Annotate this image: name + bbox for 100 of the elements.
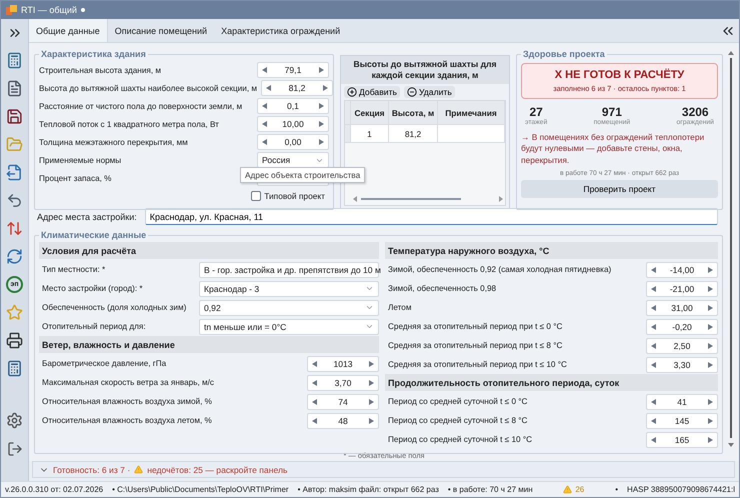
decrement-button[interactable] xyxy=(262,139,267,145)
section-header: Продолжительность отопительного периода, суток xyxy=(385,374,718,391)
delete-button[interactable]: Удалить xyxy=(404,86,455,98)
decrement-button[interactable] xyxy=(312,380,317,386)
increment-button[interactable] xyxy=(369,418,374,424)
increment-button[interactable] xyxy=(708,436,713,442)
field-label: Зимой, обеспеченность 0,92 (самая холодная пятидневка) xyxy=(388,265,612,274)
number-field[interactable]: 81,2 xyxy=(261,80,334,96)
decrement-button[interactable] xyxy=(651,286,656,292)
number-field[interactable]: 0,00 xyxy=(257,134,329,150)
increment-button[interactable] xyxy=(318,67,324,73)
tab[interactable]: Описание помещений xyxy=(108,19,214,42)
tab[interactable]: Общие данные xyxy=(29,19,108,42)
decrement-button[interactable] xyxy=(266,85,272,91)
field-label: Применяемые нормы xyxy=(39,156,122,164)
decrement-button[interactable] xyxy=(651,398,656,404)
decrement-button[interactable] xyxy=(312,398,317,404)
decrement-button[interactable] xyxy=(312,418,317,424)
decrement-button[interactable] xyxy=(651,362,656,368)
number-field[interactable]: 165 xyxy=(646,432,718,448)
calculator-icon[interactable] xyxy=(6,52,23,69)
number-field[interactable]: 3,30 xyxy=(646,356,718,372)
increment-button[interactable] xyxy=(708,398,713,404)
number-field[interactable]: 145 xyxy=(646,412,718,428)
number-field[interactable]: 1013 xyxy=(307,356,379,372)
tooltip: Адрес объекта строительства xyxy=(240,167,366,183)
checkbox[interactable] xyxy=(251,191,262,201)
increment-button[interactable] xyxy=(708,418,713,424)
number-field[interactable]: -21,00 xyxy=(646,280,718,296)
dropdown[interactable]: Краснодар - 3 xyxy=(199,280,379,296)
readiness-bar[interactable]: Готовность: 6 из 7 · недочётов: 25 — раскройте панель xyxy=(32,461,735,478)
number-field[interactable]: 41 xyxy=(646,394,718,410)
settings-icon[interactable] xyxy=(6,412,23,429)
document-icon[interactable] xyxy=(6,80,23,97)
chevron-down-icon xyxy=(365,303,374,312)
number-field[interactable]: -0,20 xyxy=(646,318,718,334)
dropdown[interactable]: tn меньше или = 0°C xyxy=(199,318,379,334)
group-title: Климатические данные xyxy=(40,230,148,240)
arrows-icon[interactable] xyxy=(6,220,23,237)
number-field[interactable]: 31,00 xyxy=(646,300,718,316)
calculator-icon[interactable] xyxy=(6,360,23,377)
column-header[interactable]: Высота, м xyxy=(389,101,438,126)
dropdown[interactable]: Россия xyxy=(257,152,329,168)
increment-button[interactable] xyxy=(708,324,713,330)
decrement-button[interactable] xyxy=(651,304,656,310)
decrement-button[interactable] xyxy=(651,418,656,424)
export-icon[interactable] xyxy=(6,164,23,181)
increment-button[interactable] xyxy=(318,103,324,109)
increment-button[interactable] xyxy=(318,121,324,127)
refresh-icon[interactable] xyxy=(6,248,23,265)
vertical-scrollbar[interactable] xyxy=(727,49,735,449)
increment-button[interactable] xyxy=(318,139,324,145)
decrement-button[interactable] xyxy=(262,103,267,109)
increment-button[interactable] xyxy=(708,286,713,292)
decrement-button[interactable] xyxy=(651,436,656,442)
decrement-button[interactable] xyxy=(651,342,656,348)
tab[interactable]: Характеристика ограждений xyxy=(214,19,348,42)
increment-button[interactable] xyxy=(708,342,713,348)
increment-button[interactable] xyxy=(323,85,328,91)
column-header[interactable]: Примечания xyxy=(438,101,505,126)
number-field[interactable]: 2,50 xyxy=(646,338,718,354)
print-icon[interactable] xyxy=(6,332,23,349)
increment-button[interactable] xyxy=(708,362,713,368)
field-label: Адрес места застройки: xyxy=(37,212,137,222)
number-field[interactable]: 3,70 xyxy=(307,374,379,390)
version-text: v.26.0.0.310 от: 02.07.2026 xyxy=(5,485,104,494)
field-label: Обеспеченность (доля холодных зим) xyxy=(42,303,188,312)
increment-button[interactable] xyxy=(708,304,713,310)
increment-button[interactable] xyxy=(708,266,713,272)
number-field[interactable]: 48 xyxy=(307,412,379,428)
decrement-button[interactable] xyxy=(312,360,317,366)
increment-button[interactable] xyxy=(369,398,374,404)
table-cell: 81,2 xyxy=(389,125,438,144)
field-label: Период со средней суточной t ≤ 10 °С xyxy=(388,435,534,444)
number-field[interactable]: 79,1 xyxy=(257,62,329,78)
undo-icon[interactable] xyxy=(6,192,23,209)
dropdown[interactable]: В - гор. застройка и др. препятствия до 10 м xyxy=(199,262,379,278)
star-window-icon[interactable] xyxy=(6,304,23,321)
exit-icon[interactable] xyxy=(6,440,22,456)
check-project-button[interactable]: Проверить проект xyxy=(521,180,718,198)
app-logo-icon xyxy=(6,4,17,16)
decrement-button[interactable] xyxy=(651,266,656,272)
number-field[interactable]: -14,00 xyxy=(646,262,718,278)
readiness-text: Готовность: 6 из 7 · xyxy=(53,464,130,474)
number-field[interactable]: 74 xyxy=(307,394,379,410)
increment-button[interactable] xyxy=(369,360,374,366)
decrement-button[interactable] xyxy=(262,121,267,127)
decrement-button[interactable] xyxy=(651,324,656,330)
dropdown[interactable]: 0,92 xyxy=(199,300,379,316)
number-field[interactable]: 0,1 xyxy=(257,98,329,114)
column-header[interactable]: Секция xyxy=(351,101,389,126)
address-field[interactable]: Краснодар, ул. Красная, 11 xyxy=(144,208,718,225)
warning-icon xyxy=(134,465,144,474)
horizontal-scrollbar[interactable] xyxy=(353,195,503,203)
group-title: Характеристика здания xyxy=(40,49,147,59)
add-button[interactable]: Добавить xyxy=(344,86,400,98)
increment-button[interactable] xyxy=(368,380,374,386)
number-field[interactable]: 10,00 xyxy=(257,116,329,132)
save-icon[interactable] xyxy=(6,108,23,125)
decrement-button[interactable] xyxy=(262,67,267,73)
